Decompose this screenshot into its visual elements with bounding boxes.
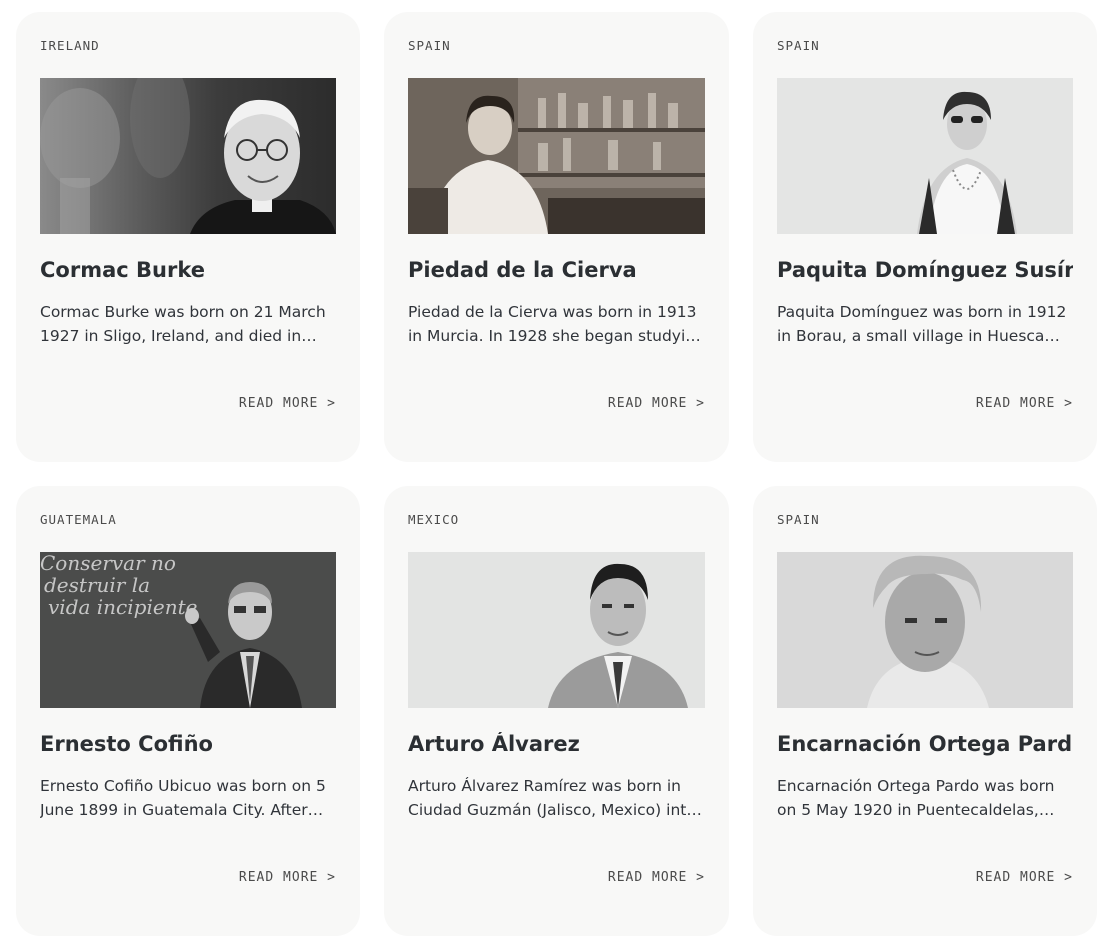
- portrait-photo[interactable]: [777, 78, 1073, 234]
- portrait-photo[interactable]: Conservar no destruir la vida incipiente: [40, 552, 336, 708]
- country-label: SPAIN: [777, 512, 820, 527]
- chalkboard-text: destruir la: [44, 573, 150, 597]
- biography-card-grid: IRELAND Cormac Burke Cormac Burke was bo…: [16, 12, 1097, 936]
- portrait-photo[interactable]: [777, 552, 1073, 708]
- portrait-photo[interactable]: [408, 78, 705, 234]
- person-name[interactable]: Cormac Burke: [40, 258, 336, 282]
- person-name[interactable]: Piedad de la Cierva: [408, 258, 705, 282]
- biography-excerpt: Encarnación Ortega Pardo was born on 5 M…: [777, 777, 1055, 819]
- biography-excerpt: Piedad de la Cierva was born in 1913 in …: [408, 303, 705, 345]
- country-label: IRELAND: [40, 38, 100, 53]
- biography-excerpt: Cormac Burke was born on 21 March 1927 i…: [40, 303, 326, 345]
- biography-excerpt: Arturo Álvarez Ramírez was born in Ciuda…: [408, 777, 696, 819]
- country-label: SPAIN: [777, 38, 820, 53]
- read-more-link[interactable]: READ MORE >: [976, 396, 1073, 411]
- person-name[interactable]: Paquita Domínguez Susín: [777, 258, 1073, 282]
- country-label: GUATEMALA: [40, 512, 117, 527]
- biography-card: MEXICO Arturo Álvarez Arturo Álvarez Ram…: [384, 486, 729, 936]
- biography-card: SPAIN Paquita Domínguez Susín Paquita Do…: [753, 12, 1097, 462]
- person-name[interactable]: Ernesto Cofiño: [40, 732, 336, 756]
- biography-excerpt: Paquita Domínguez was born in 1912 in Bo…: [777, 303, 1067, 345]
- country-label: MEXICO: [408, 512, 460, 527]
- biography-excerpt: Ernesto Cofiño Ubicuo was born on 5 June…: [40, 777, 326, 819]
- biography-card: IRELAND Cormac Burke Cormac Burke was bo…: [16, 12, 360, 462]
- portrait-photo[interactable]: [408, 552, 705, 708]
- read-more-link[interactable]: READ MORE >: [239, 396, 336, 411]
- person-name[interactable]: Encarnación Ortega Pardo: [777, 732, 1073, 756]
- read-more-link[interactable]: READ MORE >: [239, 870, 336, 885]
- biography-card: SPAIN Encarnación Ortega Pardo Encarnaci…: [753, 486, 1097, 936]
- biography-card: SPAIN Piedad de la Cierva Piedad de la C…: [384, 12, 729, 462]
- person-name[interactable]: Arturo Álvarez: [408, 732, 705, 756]
- read-more-link[interactable]: READ MORE >: [976, 870, 1073, 885]
- biography-card: GUATEMALA Conservar no destruir la vida …: [16, 486, 360, 936]
- portrait-photo[interactable]: [40, 78, 336, 234]
- country-label: SPAIN: [408, 38, 451, 53]
- read-more-link[interactable]: READ MORE >: [608, 870, 705, 885]
- read-more-link[interactable]: READ MORE >: [608, 396, 705, 411]
- chalkboard-text: Conservar no: [40, 552, 176, 575]
- chalkboard-text: vida incipiente: [48, 595, 197, 619]
